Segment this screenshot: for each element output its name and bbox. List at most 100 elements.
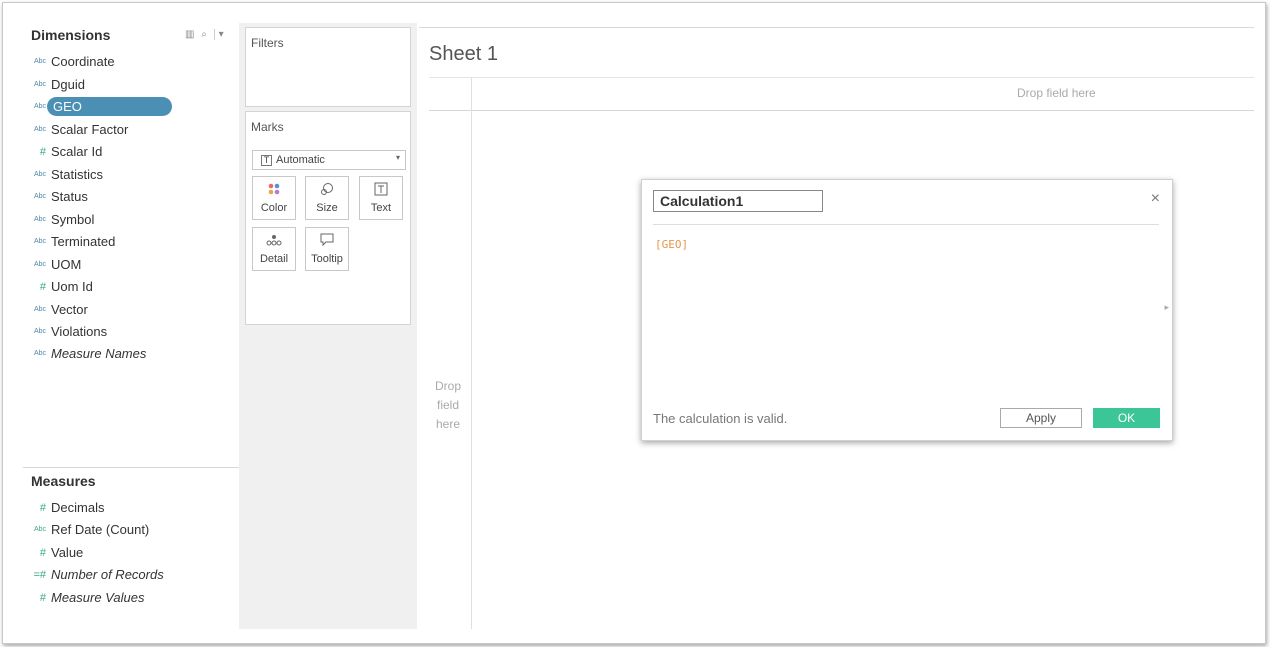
field-label: Statistics xyxy=(51,167,104,182)
field-label: Scalar Factor xyxy=(51,122,129,137)
field-label: Measure Values xyxy=(51,590,145,605)
formula-editor[interactable]: [GEO] xyxy=(655,238,688,251)
text-button[interactable]: Text xyxy=(359,176,403,220)
field-label: Violations xyxy=(51,324,108,339)
search-icon[interactable]: ⌕ xyxy=(201,29,209,40)
filters-card[interactable]: Filters xyxy=(245,27,411,107)
field-label: Status xyxy=(51,189,88,204)
dimension-field-measure-names[interactable]: Abc Measure Names xyxy=(23,343,237,364)
dimension-field-uom-id[interactable]: # Uom Id xyxy=(23,276,237,297)
field-label: Coordinate xyxy=(51,54,115,69)
view-toggle-icon[interactable]: ▥ xyxy=(185,29,196,40)
field-label: Measure Names xyxy=(51,346,147,361)
string-type-icon: Abc xyxy=(33,216,46,223)
close-icon[interactable]: × xyxy=(1151,190,1160,208)
field-label: Symbol xyxy=(51,212,95,227)
field-label: Dguid xyxy=(51,77,85,92)
field-label: UOM xyxy=(51,257,82,272)
dimension-field-symbol[interactable]: Abc Symbol xyxy=(23,209,237,230)
columns-drop-zone[interactable]: Drop field here xyxy=(1017,86,1096,100)
calculation-dialog: Calculation1 × [GEO] ▸ The calculation i… xyxy=(641,179,1173,441)
measure-field-ref-date-count[interactable]: Abc Ref Date (Count) xyxy=(23,519,237,540)
string-type-icon: Abc xyxy=(33,193,46,200)
sheet-title[interactable]: Sheet 1 xyxy=(429,43,498,66)
mark-type-value: Automatic xyxy=(276,154,325,166)
field-label: Number of Records xyxy=(51,567,164,582)
measure-field-decimals[interactable]: # Decimals xyxy=(23,497,237,518)
calculated-number-type-icon: =# xyxy=(33,568,46,581)
color-button[interactable]: Color xyxy=(252,176,296,220)
dimension-field-status[interactable]: Abc Status xyxy=(23,186,237,207)
field-label: Uom Id xyxy=(51,279,93,294)
string-type-icon: Abc xyxy=(33,350,46,357)
number-type-icon: # xyxy=(39,501,46,514)
dimension-field-terminated[interactable]: Abc Terminated xyxy=(23,231,237,252)
top-divider xyxy=(419,27,1254,28)
number-type-icon: # xyxy=(39,546,46,559)
dimensions-heading: Dimensions xyxy=(31,27,111,43)
string-type-icon: Abc xyxy=(33,58,46,65)
chevron-down-icon: ▾ xyxy=(395,153,400,162)
string-type-icon: Abc xyxy=(33,126,46,133)
string-type-icon: Abc xyxy=(33,328,46,335)
field-label: Ref Date (Count) xyxy=(51,522,150,537)
field-label: GEO xyxy=(47,97,172,116)
string-type-icon: Abc xyxy=(33,171,46,178)
string-type-icon: Abc xyxy=(33,306,46,313)
tableau-window: Dimensions ▥ ⌕ ▾ Abc Coordinate Abc Dguid … xyxy=(2,2,1266,644)
color-label: Color xyxy=(260,202,288,214)
dimension-field-dguid[interactable]: Abc Dguid xyxy=(23,74,237,95)
field-label: Decimals xyxy=(51,500,105,515)
string-type-icon: Abc xyxy=(33,81,46,88)
size-label: Size xyxy=(316,202,338,214)
dialog-divider xyxy=(653,224,1159,225)
shelves-column: Filters Marks T Automatic ▾ Color Size T… xyxy=(239,23,417,629)
menu-dropdown-icon[interactable]: ▾ xyxy=(213,29,226,40)
columns-shelf[interactable] xyxy=(429,77,1254,111)
size-button[interactable]: Size xyxy=(305,176,349,220)
detail-button[interactable]: Detail xyxy=(252,227,296,271)
field-label: Terminated xyxy=(51,234,116,249)
drop-text-line: here xyxy=(435,417,461,431)
mark-type-dropdown[interactable]: T Automatic ▾ xyxy=(252,150,406,170)
dimension-field-scalar-factor[interactable]: Abc Scalar Factor xyxy=(23,119,237,140)
field-label: Scalar Id xyxy=(51,144,103,159)
rows-drop-zone[interactable]: Drop field here xyxy=(431,377,465,434)
color-palette-icon xyxy=(253,180,295,202)
marks-card: Marks T Automatic ▾ Color Size Text Deta… xyxy=(245,111,411,325)
tooltip-button[interactable]: Tooltip xyxy=(305,227,349,271)
ok-button[interactable]: OK xyxy=(1093,408,1160,428)
measures-heading: Measures xyxy=(31,473,96,489)
validation-status: The calculation is valid. xyxy=(653,411,788,426)
data-pane: Dimensions ▥ ⌕ ▾ Abc Coordinate Abc Dguid … xyxy=(23,23,239,629)
measure-field-value[interactable]: # Value xyxy=(23,542,237,563)
dimension-field-violations[interactable]: Abc Violations xyxy=(23,321,237,342)
apply-button[interactable]: Apply xyxy=(1000,408,1082,428)
pane-divider xyxy=(23,467,239,468)
dimension-field-geo[interactable]: Abc GEO xyxy=(23,96,237,117)
marks-title: Marks xyxy=(251,120,284,134)
field-label: Value xyxy=(51,545,84,560)
field-label: Vector xyxy=(51,302,88,317)
string-type-icon: Abc xyxy=(33,261,46,268)
dimension-field-coordinate[interactable]: Abc Coordinate xyxy=(23,51,237,72)
calculation-name-input[interactable]: Calculation1 xyxy=(653,190,823,212)
text-icon xyxy=(360,180,402,202)
dimension-field-statistics[interactable]: Abc Statistics xyxy=(23,164,237,185)
filters-title: Filters xyxy=(251,36,284,50)
measure-field-number-of-records[interactable]: =# Number of Records xyxy=(23,564,237,585)
detail-icon xyxy=(253,231,295,253)
number-type-icon: # xyxy=(39,145,46,158)
dimension-field-scalar-id[interactable]: # Scalar Id xyxy=(23,141,237,162)
data-pane-tools: ▥ ⌕ ▾ xyxy=(185,29,226,40)
dimension-field-vector[interactable]: Abc Vector xyxy=(23,299,237,320)
detail-label: Detail xyxy=(259,253,289,265)
expand-arrow-icon[interactable]: ▸ xyxy=(1164,302,1169,313)
tooltip-icon xyxy=(306,231,348,253)
size-icon xyxy=(306,180,348,202)
drop-text-line: field xyxy=(436,398,459,412)
dimension-field-uom[interactable]: Abc UOM xyxy=(23,254,237,275)
string-type-icon: Abc xyxy=(33,238,46,245)
number-type-icon: # xyxy=(39,591,46,604)
measure-field-measure-values[interactable]: # Measure Values xyxy=(23,587,237,608)
